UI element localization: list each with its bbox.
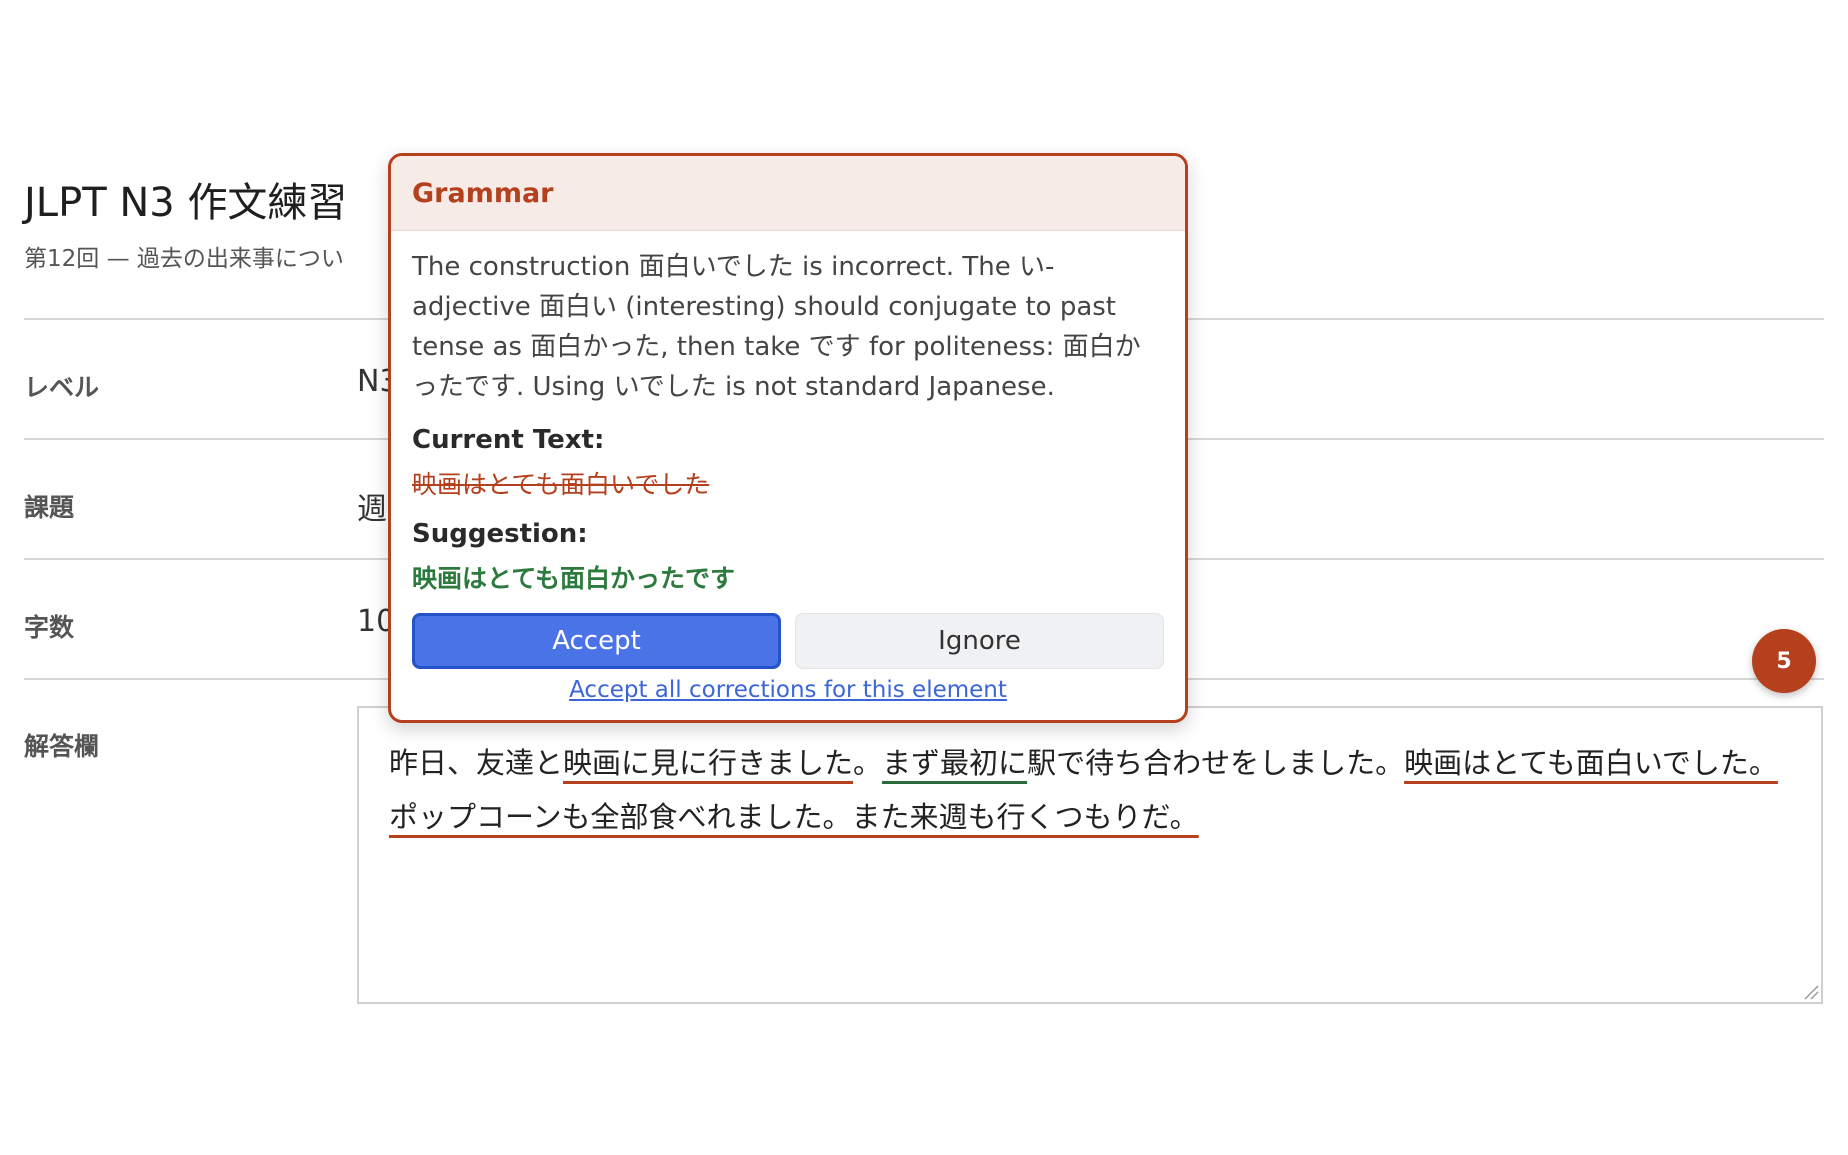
suggestion-label: Suggestion: xyxy=(412,519,588,549)
page: JLPT N3 作文練習 第12回 — 過去の出来事につい レベル N3 課題 … xyxy=(0,0,1848,1155)
issue-count-badge[interactable]: 5 xyxy=(1752,629,1816,693)
answer-label: 解答欄 xyxy=(24,732,100,761)
popover-body: The construction 面白いでした is incorrect. Th… xyxy=(391,231,1185,703)
current-text-value: 映画はとても面白いでした xyxy=(412,470,710,499)
accept-button[interactable]: Accept xyxy=(412,613,782,669)
level-label: レベル xyxy=(24,373,100,402)
popover-actions: Accept Ignore xyxy=(412,613,1164,669)
answer-plain-segment: 駅で待ち合わせをしました。 xyxy=(1027,746,1405,780)
grammar-error-highlight[interactable]: 映画に見に行きました xyxy=(563,746,853,780)
issue-explanation: The construction 面白いでした is incorrect. Th… xyxy=(412,252,1141,402)
ignore-button[interactable]: Ignore xyxy=(795,613,1164,669)
suggestion-value: 映画はとても面白かったです xyxy=(412,564,736,593)
answer-text: 昨日、友達と映画に見に行きました。まず最初に駅で待ち合わせをしました。映画はとて… xyxy=(389,736,1789,844)
page-title: JLPT N3 作文練習 xyxy=(24,180,348,226)
char-count-label: 字数 xyxy=(24,613,75,642)
answer-textarea[interactable]: 昨日、友達と映画に見に行きました。まず最初に駅で待ち合わせをしました。映画はとて… xyxy=(357,706,1823,1004)
page-subtitle: 第12回 — 過去の出来事につい xyxy=(24,246,344,272)
answer-plain-segment: 昨日、友達と xyxy=(389,746,564,780)
style-suggestion-highlight[interactable]: まず最初に xyxy=(882,746,1027,780)
correction-popover: Grammar The construction 面白いでした is incor… xyxy=(388,153,1188,723)
current-text-label: Current Text: xyxy=(412,425,605,455)
topic-value: 週 xyxy=(357,492,387,527)
resize-handle-icon[interactable] xyxy=(1801,982,1819,1000)
popover-header: Grammar xyxy=(391,156,1185,231)
issue-type-label: Grammar xyxy=(412,177,554,209)
accept-all-link[interactable]: Accept all corrections for this element xyxy=(412,677,1164,703)
answer-plain-segment: 。 xyxy=(853,746,883,780)
topic-label: 課題 xyxy=(24,493,75,522)
